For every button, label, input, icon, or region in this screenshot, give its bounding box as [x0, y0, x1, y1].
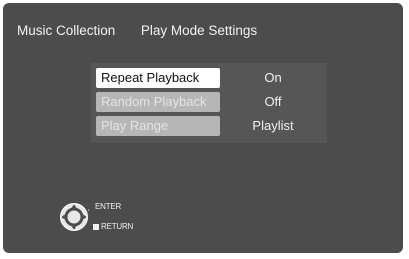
random-playback-value: Off: [264, 94, 282, 109]
breadcrumb: Music Collection Play Mode Settings: [17, 23, 257, 38]
repeat-playback-button[interactable]: Repeat Playback: [96, 68, 220, 88]
settings-panel: Repeat Playback On Random Playback Off P…: [91, 63, 327, 143]
enter-hint-label: ENTER: [95, 202, 122, 211]
dpad-enter-icon: [60, 203, 89, 231]
setting-row-repeat-playback: Repeat Playback On: [91, 68, 327, 90]
repeat-playback-value: On: [264, 70, 282, 85]
breadcrumb-section: Music Collection: [17, 23, 116, 38]
play-range-value: Playlist: [252, 118, 294, 133]
play-mode-settings-screen: Music Collection Play Mode Settings Repe…: [3, 3, 403, 253]
remote-control-hint: ENTER RETURN: [59, 199, 159, 235]
random-playback-button[interactable]: Random Playback: [96, 92, 220, 112]
play-range-button[interactable]: Play Range: [96, 116, 220, 136]
page-title: Play Mode Settings: [140, 23, 258, 38]
setting-row-play-range: Play Range Playlist: [91, 116, 327, 138]
setting-row-random-playback: Random Playback Off: [91, 92, 327, 114]
return-square-icon: [93, 224, 99, 230]
return-hint-label: RETURN: [101, 222, 134, 231]
